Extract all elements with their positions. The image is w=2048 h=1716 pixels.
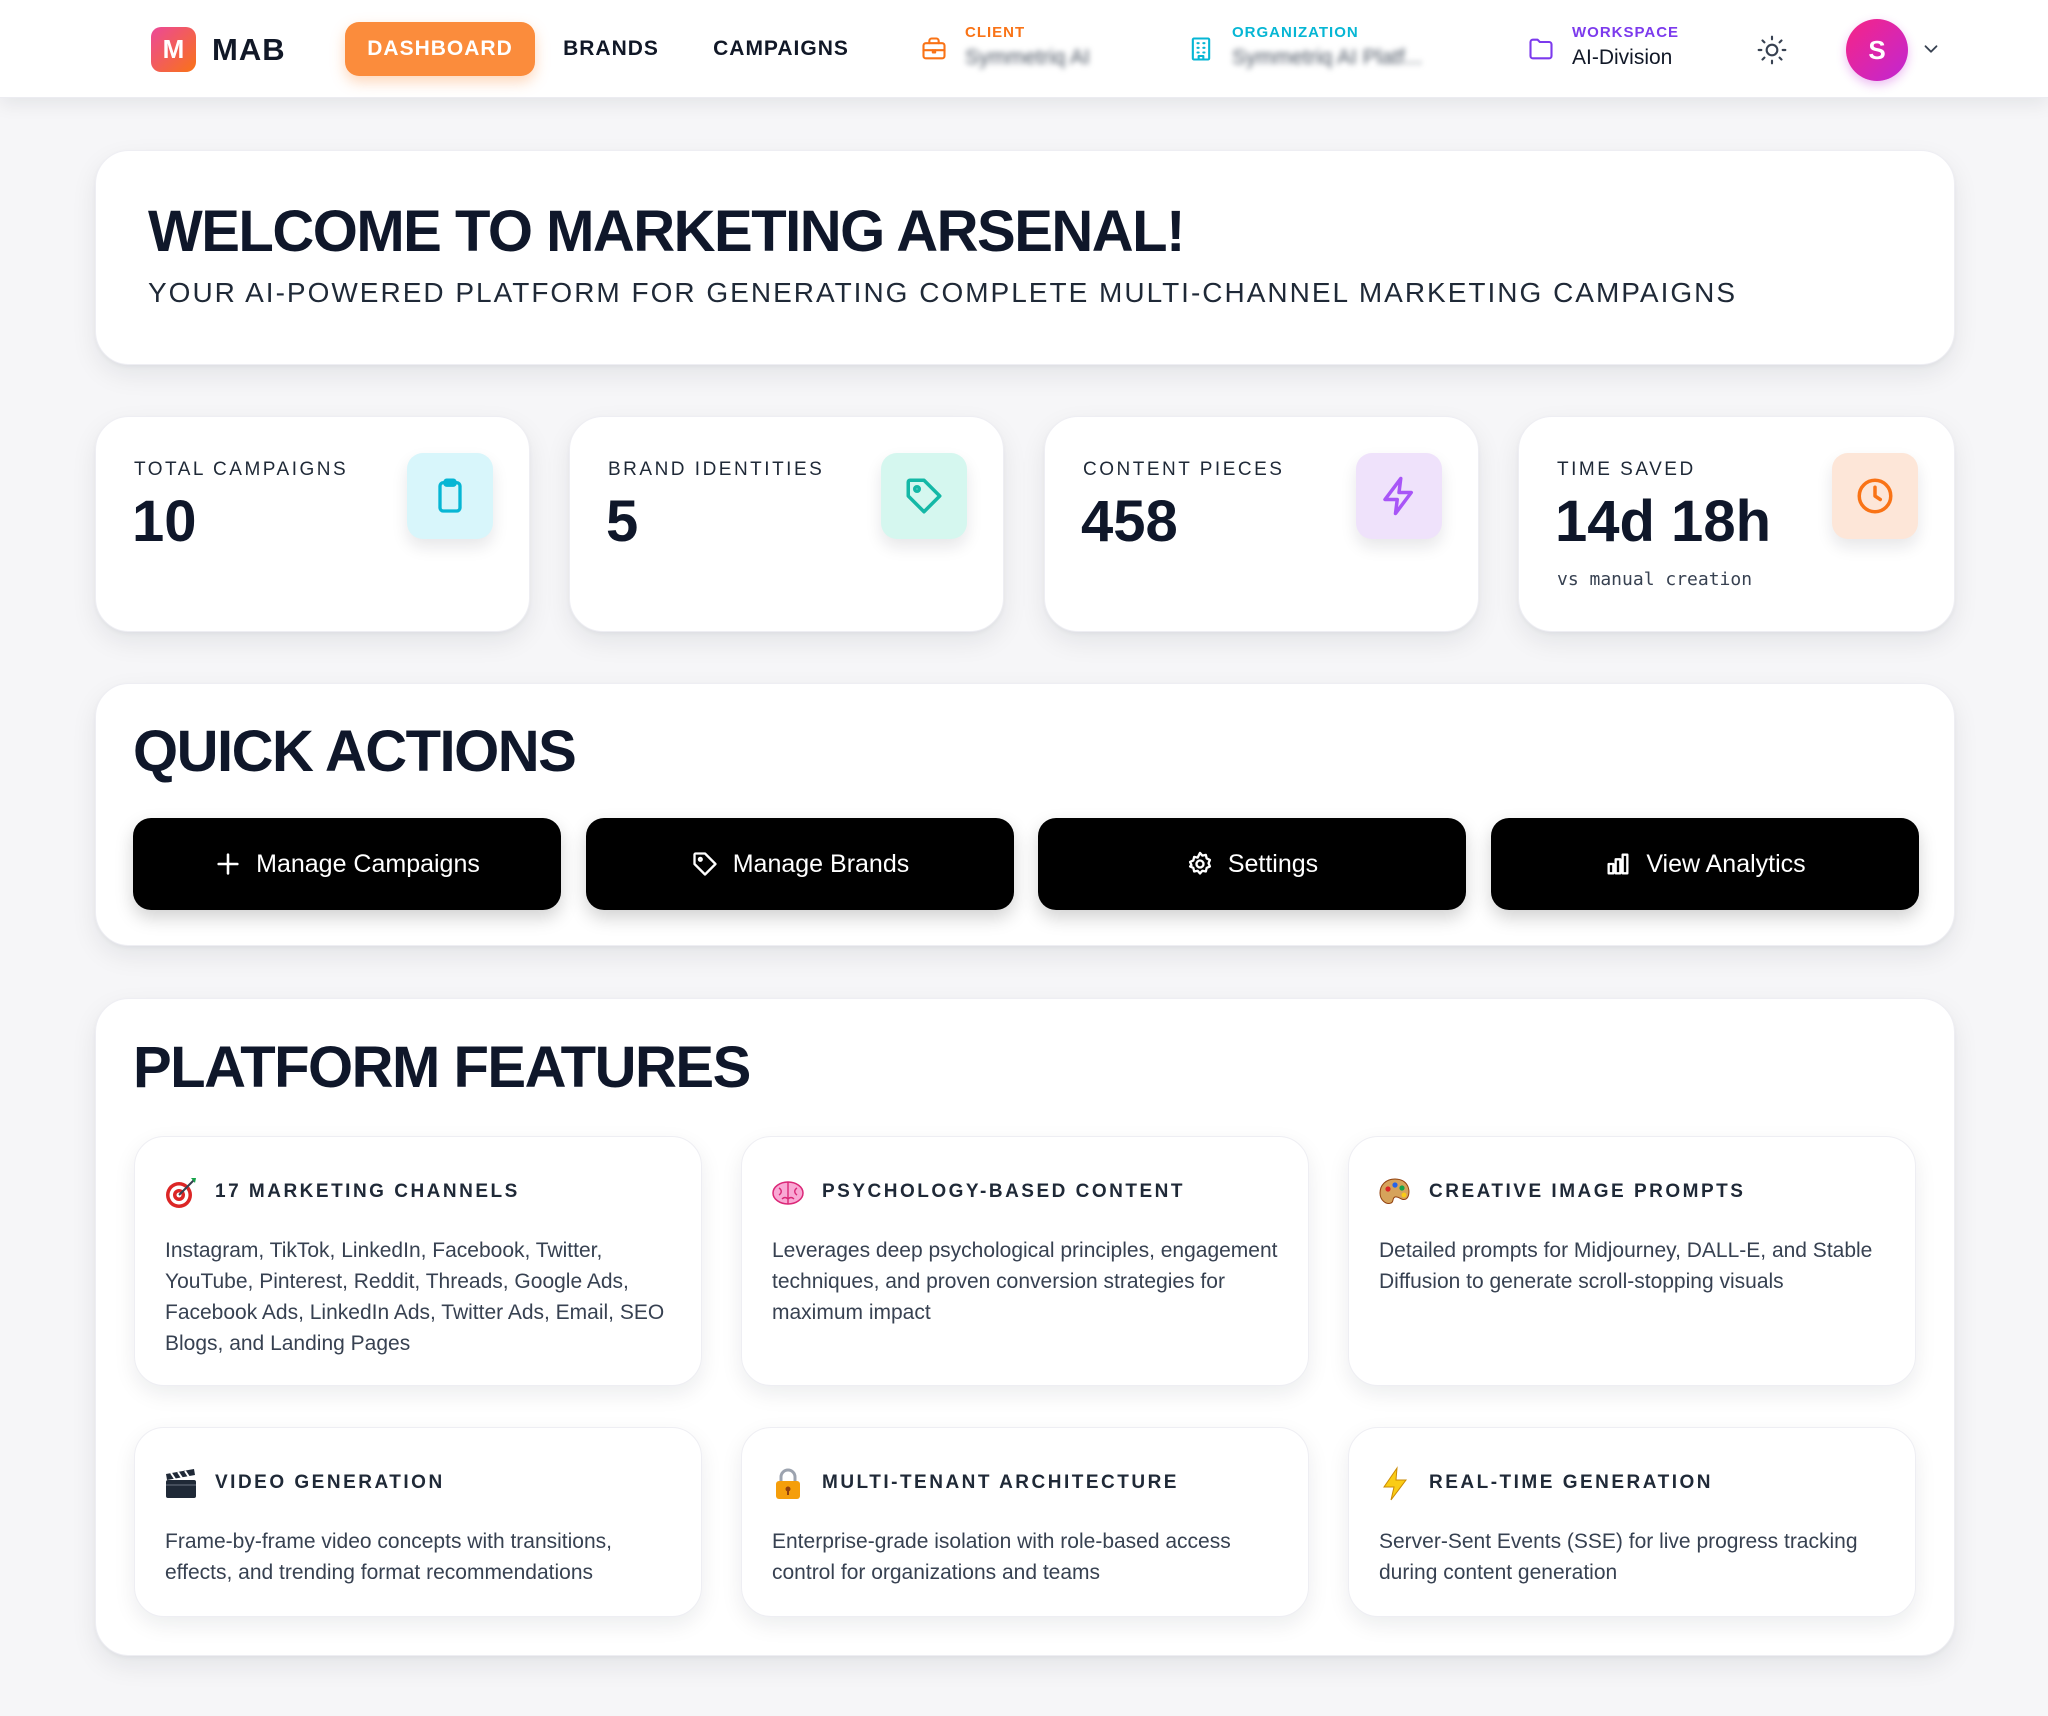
feature-card-psychology: PSYCHOLOGY-BASED CONTENT Leverages deep …: [741, 1136, 1309, 1386]
theme-toggle-sun-icon[interactable]: [1756, 34, 1788, 66]
feature-title: PSYCHOLOGY-BASED CONTENT: [822, 1181, 1185, 1202]
feature-description: Instagram, TikTok, LinkedIn, Facebook, T…: [165, 1239, 665, 1355]
stat-label: CONTENT PIECES: [1083, 459, 1285, 480]
feature-title: CREATIVE IMAGE PROMPTS: [1429, 1181, 1746, 1202]
stat-icon-box: [1356, 453, 1442, 539]
quick-actions-card: QUICK ACTIONS Manage Campaigns Manage Br…: [95, 683, 1955, 946]
bar-chart-icon: [1607, 853, 1629, 875]
organization-label: ORGANIZATION: [1232, 24, 1359, 41]
palette-icon: [1379, 1178, 1410, 1204]
stat-card-total-campaigns: TOTAL CAMPAIGNS 10: [95, 416, 530, 632]
nav-dashboard-button[interactable]: DASHBOARD: [345, 22, 535, 76]
stat-label: TIME SAVED: [1557, 459, 1696, 480]
manage-campaigns-button[interactable]: Manage Campaigns: [133, 818, 561, 910]
client-selector[interactable]: CLIENT Symmetriq AI: [920, 22, 1120, 78]
logo-icon[interactable]: M: [151, 27, 196, 72]
plus-icon: [217, 853, 239, 875]
workspace-label: WORKSPACE: [1572, 24, 1680, 41]
feature-card-video-generation: VIDEO GENERATION Frame-by-frame video co…: [134, 1427, 702, 1617]
client-value: Symmetriq AI: [965, 46, 1090, 69]
feature-card-real-time: REAL-TIME GENERATION Server-Sent Events …: [1348, 1427, 1916, 1617]
workspace-selector[interactable]: WORKSPACE AI-Division: [1527, 22, 1707, 78]
logo-text[interactable]: MAB: [212, 30, 286, 70]
feature-description: Enterprise-grade isolation with role-bas…: [772, 1530, 1231, 1584]
stat-card-content-pieces: CONTENT PIECES 458: [1044, 416, 1479, 632]
folder-icon: [1529, 38, 1553, 60]
button-label: Settings: [1227, 849, 1319, 878]
welcome-card: WELCOME TO MARKETING ARSENAL! YOUR AI-PO…: [95, 150, 1955, 365]
stat-note: vs manual creation: [1557, 569, 1753, 590]
view-analytics-button[interactable]: View Analytics: [1491, 818, 1919, 910]
nav-brands-button[interactable]: BRANDS: [552, 22, 670, 76]
stat-icon-box: [881, 453, 967, 539]
feature-card-image-prompts: CREATIVE IMAGE PROMPTS Detailed prompts …: [1348, 1136, 1916, 1386]
quick-actions-title: QUICK ACTIONS: [133, 719, 577, 784]
user-avatar[interactable]: S: [1846, 19, 1908, 81]
stat-card-brand-identities: BRAND IDENTITIES 5: [569, 416, 1004, 632]
stat-card-time-saved: TIME SAVED 14d 18h vs manual creation: [1518, 416, 1955, 632]
manage-brands-button[interactable]: Manage Brands: [586, 818, 1014, 910]
gear-icon: [1188, 851, 1211, 875]
feature-description: Leverages deep psychological principles,…: [772, 1239, 1278, 1324]
lightning-icon: [1383, 1466, 1407, 1501]
feature-card-marketing-channels: 17 MARKETING CHANNELS Instagram, TikTok,…: [134, 1136, 702, 1386]
lock-icon: [776, 1468, 800, 1499]
stat-label: TOTAL CAMPAIGNS: [134, 459, 349, 480]
feature-description: Server-Sent Events (SSE) for live progre…: [1379, 1530, 1858, 1584]
clock-icon: [1857, 478, 1893, 514]
tag-icon: [693, 852, 717, 876]
feature-description: Frame-by-frame video concepts with trans…: [165, 1530, 612, 1584]
workspace-value: AI-Division: [1572, 46, 1673, 69]
feature-description: Detailed prompts for Midjourney, DALL-E,…: [1379, 1239, 1873, 1293]
stat-value: 14d 18h: [1555, 489, 1771, 554]
lightning-icon: [1383, 476, 1413, 516]
button-label: Manage Campaigns: [256, 849, 480, 878]
settings-button[interactable]: Settings: [1038, 818, 1466, 910]
stat-icon-box: [407, 453, 493, 539]
feature-title: MULTI-TENANT ARCHITECTURE: [822, 1472, 1179, 1493]
clapperboard-icon: [166, 1469, 196, 1498]
platform-features-card: PLATFORM FEATURES 17 MARKETING CHANNELS …: [95, 998, 1955, 1656]
stat-value: 10: [132, 489, 197, 554]
tag-icon: [906, 478, 942, 514]
button-label: Manage Brands: [732, 849, 910, 878]
welcome-subtitle: YOUR AI-POWERED PLATFORM FOR GENERATING …: [148, 277, 1738, 308]
button-label: View Analytics: [1646, 849, 1806, 878]
organization-value: Symmetriq AI Platf...: [1232, 46, 1423, 69]
briefcase-icon: [922, 37, 946, 60]
welcome-title: WELCOME TO MARKETING ARSENAL!: [148, 199, 1185, 264]
building-icon: [1191, 37, 1211, 61]
chevron-down-icon[interactable]: [1920, 38, 1942, 60]
client-label: CLIENT: [965, 24, 1026, 41]
feature-title: REAL-TIME GENERATION: [1429, 1472, 1713, 1493]
organization-selector[interactable]: ORGANIZATION Symmetriq AI Platf...: [1187, 22, 1447, 78]
platform-features-title: PLATFORM FEATURES: [133, 1035, 751, 1100]
nav-campaigns-button[interactable]: CAMPAIGNS: [700, 22, 862, 76]
stat-value: 5: [606, 489, 639, 554]
stat-value: 458: [1081, 489, 1178, 554]
top-navbar: M MAB DASHBOARD BRANDS CAMPAIGNS CLIENT …: [0, 0, 2048, 98]
feature-card-multi-tenant: MULTI-TENANT ARCHITECTURE Enterprise-gra…: [741, 1427, 1309, 1617]
feature-title: VIDEO GENERATION: [215, 1472, 445, 1493]
clipboard-icon: [438, 478, 462, 513]
target-icon: [166, 1178, 196, 1208]
feature-title: 17 MARKETING CHANNELS: [215, 1181, 520, 1202]
stat-label: BRAND IDENTITIES: [608, 459, 825, 480]
stat-icon-box: [1832, 453, 1918, 539]
brain-icon: [772, 1181, 804, 1205]
